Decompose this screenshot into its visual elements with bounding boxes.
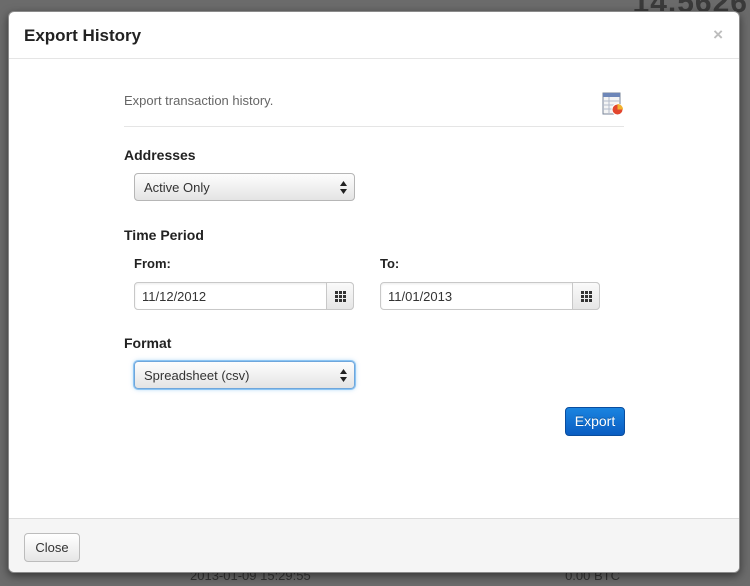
header-divider xyxy=(124,126,624,127)
addresses-selected-value: Active Only xyxy=(144,180,210,195)
from-calendar-button[interactable] xyxy=(326,282,354,310)
addresses-select[interactable]: Active Only xyxy=(134,173,355,201)
to-label: To: xyxy=(380,256,400,271)
from-date-value: 11/12/2012 xyxy=(142,289,207,304)
export-history-modal: Export History × Export transaction hist… xyxy=(8,11,740,573)
spreadsheet-icon xyxy=(602,92,624,116)
addresses-label: Addresses xyxy=(124,147,196,163)
calendar-icon xyxy=(581,291,592,302)
modal-footer: Close xyxy=(9,518,739,572)
format-label: Format xyxy=(124,335,172,351)
updown-arrows-icon xyxy=(340,369,347,382)
to-date-value: 11/01/2013 xyxy=(388,289,453,304)
modal-header: Export History × xyxy=(9,12,739,59)
from-label: From: xyxy=(134,256,171,271)
format-select[interactable]: Spreadsheet (csv) xyxy=(134,361,355,389)
modal-title: Export History xyxy=(24,26,142,45)
updown-arrows-icon xyxy=(340,181,347,194)
close-icon[interactable]: × xyxy=(713,25,723,45)
format-selected-value: Spreadsheet (csv) xyxy=(144,368,250,383)
intro-text: Export transaction history. xyxy=(124,93,274,108)
to-calendar-button[interactable] xyxy=(572,282,600,310)
to-date-field[interactable]: 11/01/2013 xyxy=(380,282,600,310)
export-button[interactable]: Export xyxy=(565,407,625,436)
calendar-icon xyxy=(335,291,346,302)
time-period-label: Time Period xyxy=(124,227,204,243)
close-button[interactable]: Close xyxy=(24,533,80,562)
from-date-field[interactable]: 11/12/2012 xyxy=(134,282,354,310)
